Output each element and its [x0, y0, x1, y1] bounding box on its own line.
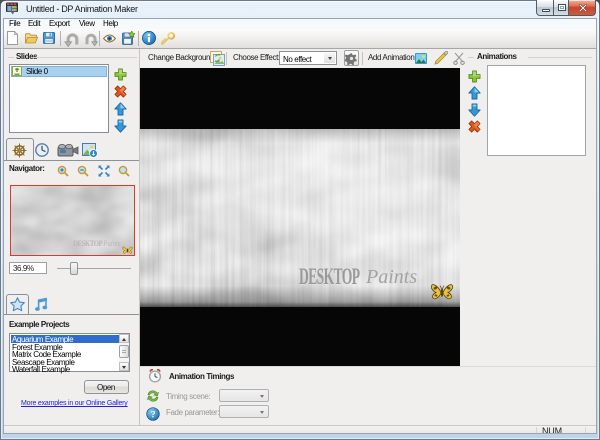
- svg-text:?: ?: [151, 410, 156, 420]
